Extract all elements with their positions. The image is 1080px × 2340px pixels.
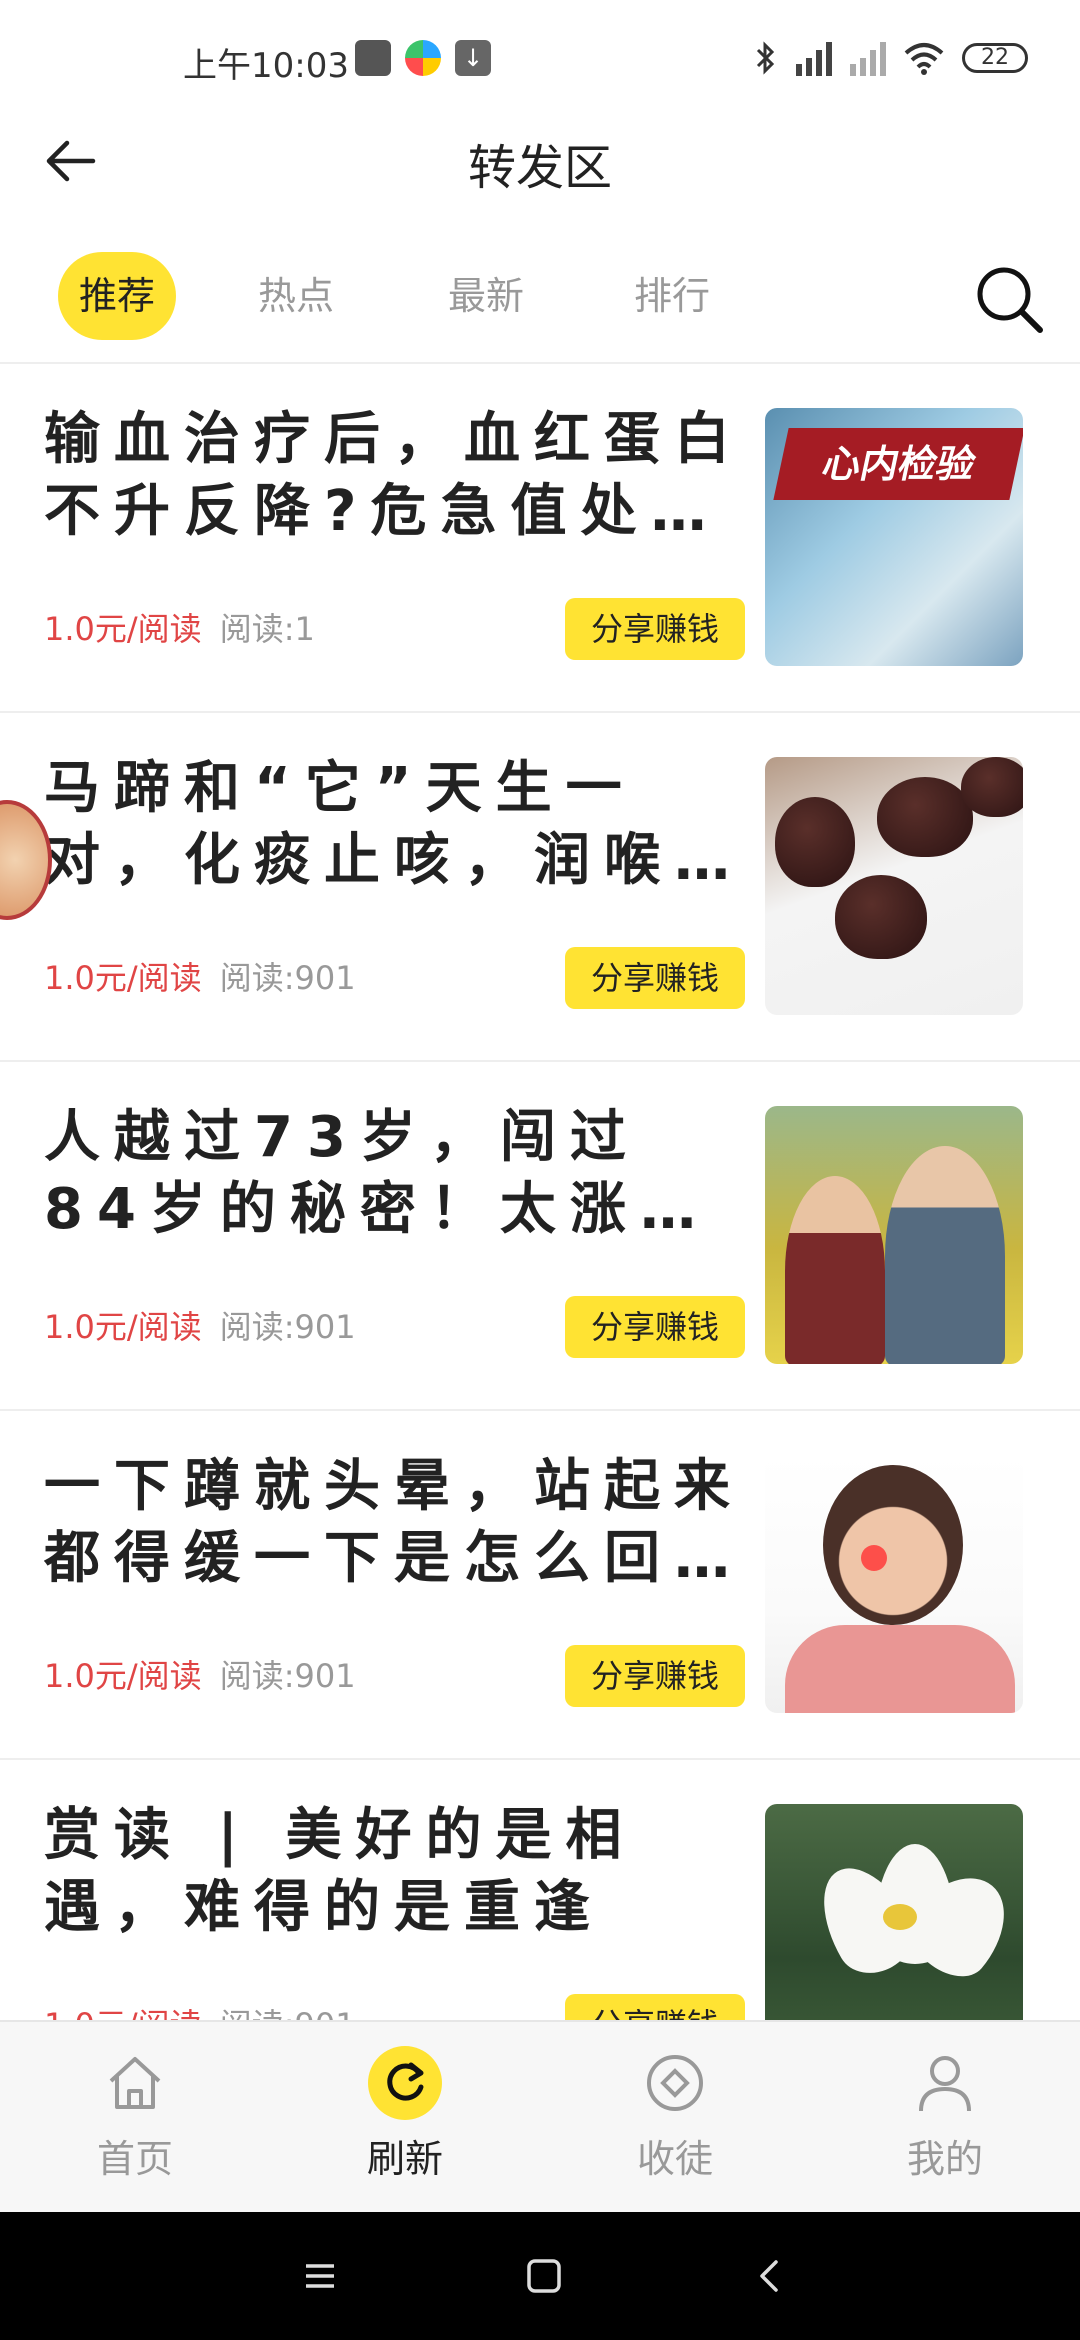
share-earn-button[interactable]: 分享赚钱 (565, 1994, 745, 2020)
home-icon (98, 2046, 172, 2120)
nav-home-label: 首页 (96, 2137, 173, 2181)
tab-recommended[interactable]: 推荐 (58, 252, 176, 340)
list-item[interactable]: 输血治疗后，血红蛋白不升反降?危急值处置… 1.0元/阅读 阅读:1 分享赚钱 … (0, 364, 1080, 713)
nav-home[interactable]: 首页 (35, 2046, 235, 2183)
article-thumbnail[interactable] (765, 1804, 1023, 2020)
download-icon: ↓ (455, 40, 491, 76)
category-tabs: 推荐 热点 最新 排行 (0, 248, 1080, 348)
thumbnail-badge: 心内检验 (773, 428, 1023, 500)
wifi-icon (904, 43, 944, 75)
article-meta: 1.0元/阅读 阅读:901 (44, 953, 356, 999)
bluetooth-icon (756, 41, 775, 75)
app-notification-icon (405, 40, 441, 76)
tab-ranking[interactable]: 排行 (612, 252, 732, 340)
nav-mine-label: 我的 (906, 2137, 983, 2181)
lotus-center (883, 1904, 917, 1930)
article-thumbnail[interactable] (765, 1455, 1023, 1713)
user-icon (908, 2046, 982, 2120)
article-title[interactable]: 人越过73岁，闯过84岁的秘密！太涨知识… (44, 1102, 744, 1246)
status-time: 上午10:03 (183, 46, 349, 86)
woman-body-figure (785, 1625, 1015, 1713)
menu-button[interactable] (294, 2250, 346, 2302)
signal-icon (796, 40, 832, 76)
read-count: 阅读:901 (219, 1308, 356, 1346)
elderly-man-figure (885, 1146, 1005, 1364)
read-count: 阅读:901 (220, 2000, 356, 2020)
message-icon (355, 40, 391, 76)
article-thumbnail[interactable]: 心内检验 (765, 408, 1023, 666)
article-title[interactable]: 马蹄和“它”天生一对，化痰止咳，润喉清嗓… (44, 753, 744, 897)
pain-spot (861, 1545, 887, 1571)
chestnut-image (835, 875, 927, 959)
page-title: 转发区 (467, 140, 612, 196)
nav-recruit-label: 收徒 (636, 2137, 713, 2181)
price-per-read: 1.0元/阅读 (44, 2000, 202, 2020)
elderly-woman-figure (785, 1176, 885, 1364)
article-meta: 1.0元/阅读 阅读:901 (44, 1302, 356, 1348)
nav-refresh[interactable]: 刷新 (305, 2046, 505, 2183)
chestnut-image (775, 797, 855, 887)
refresh-icon (368, 2046, 442, 2120)
system-nav-bar (0, 2212, 1080, 2340)
bottom-nav: 首页 刷新 收徒 我的 (0, 2020, 1080, 2212)
article-thumbnail[interactable] (765, 1106, 1023, 1364)
article-thumbnail[interactable] (765, 757, 1023, 1015)
price-per-read: 1.0元/阅读 (44, 1308, 202, 1346)
price-per-read: 1.0元/阅读 (44, 610, 202, 648)
article-meta: 1.0元/阅读 阅读:901 (44, 2000, 356, 2020)
list-item[interactable]: 人越过73岁，闯过84岁的秘密！太涨知识… 1.0元/阅读 阅读:901 分享赚… (0, 1062, 1080, 1411)
menu-icon (306, 2264, 334, 2288)
system-back-button[interactable] (744, 2250, 796, 2302)
status-bar: 上午10:03 ↓ 22 (0, 0, 1080, 120)
search-icon (977, 267, 1043, 333)
diamond-icon (638, 2046, 712, 2120)
tab-hot[interactable]: 热点 (236, 252, 356, 340)
list-item[interactable]: 一下蹲就头晕，站起来都得缓一下是怎么回… 1.0元/阅读 阅读:901 分享赚钱 (0, 1411, 1080, 1760)
system-status-icons: 22 (754, 40, 1028, 76)
nav-refresh-label: 刷新 (366, 2137, 443, 2181)
article-meta: 1.0元/阅读 阅读:1 (44, 604, 315, 650)
read-count: 阅读:901 (219, 1657, 356, 1695)
read-count: 阅读:901 (219, 959, 356, 997)
signal-2-icon (850, 40, 886, 76)
article-title[interactable]: 赏读 | 美好的是相遇，难得的是重逢 (44, 1800, 744, 1944)
share-earn-button[interactable]: 分享赚钱 (565, 947, 745, 1009)
nav-recruit[interactable]: 收徒 (575, 2046, 775, 2183)
article-list[interactable]: 输血治疗后，血红蛋白不升反降?危急值处置… 1.0元/阅读 阅读:1 分享赚钱 … (0, 364, 1080, 2020)
share-earn-button[interactable]: 分享赚钱 (565, 598, 745, 660)
notification-icons: ↓ (355, 40, 491, 76)
chevron-left-icon (760, 2260, 778, 2292)
article-title[interactable]: 输血治疗后，血红蛋白不升反降?危急值处置… (44, 404, 744, 548)
price-per-read: 1.0元/阅读 (44, 1657, 202, 1695)
share-earn-button[interactable]: 分享赚钱 (565, 1645, 745, 1707)
share-earn-button[interactable]: 分享赚钱 (565, 1296, 745, 1358)
home-button[interactable] (518, 2250, 570, 2302)
square-home-icon (527, 2259, 561, 2293)
read-count: 阅读:1 (219, 610, 315, 648)
search-button[interactable] (972, 262, 1046, 336)
list-item[interactable]: 赏读 | 美好的是相遇，难得的是重逢 1.0元/阅读 阅读:901 分享赚钱 (0, 1760, 1080, 2020)
chestnut-image (877, 777, 973, 857)
chestnut-image (961, 757, 1023, 817)
list-item[interactable]: 马蹄和“它”天生一对，化痰止咳，润喉清嗓… 1.0元/阅读 阅读:901 分享赚… (0, 713, 1080, 1062)
article-meta: 1.0元/阅读 阅读:901 (44, 1651, 356, 1697)
price-per-read: 1.0元/阅读 (44, 959, 202, 997)
battery-indicator: 22 (962, 43, 1028, 73)
nav-mine[interactable]: 我的 (845, 2046, 1045, 2183)
woman-head-figure (823, 1465, 963, 1625)
tab-latest[interactable]: 最新 (426, 252, 546, 340)
header: 转发区 (0, 110, 1080, 210)
article-title[interactable]: 一下蹲就头晕，站起来都得缓一下是怎么回… (44, 1451, 744, 1595)
